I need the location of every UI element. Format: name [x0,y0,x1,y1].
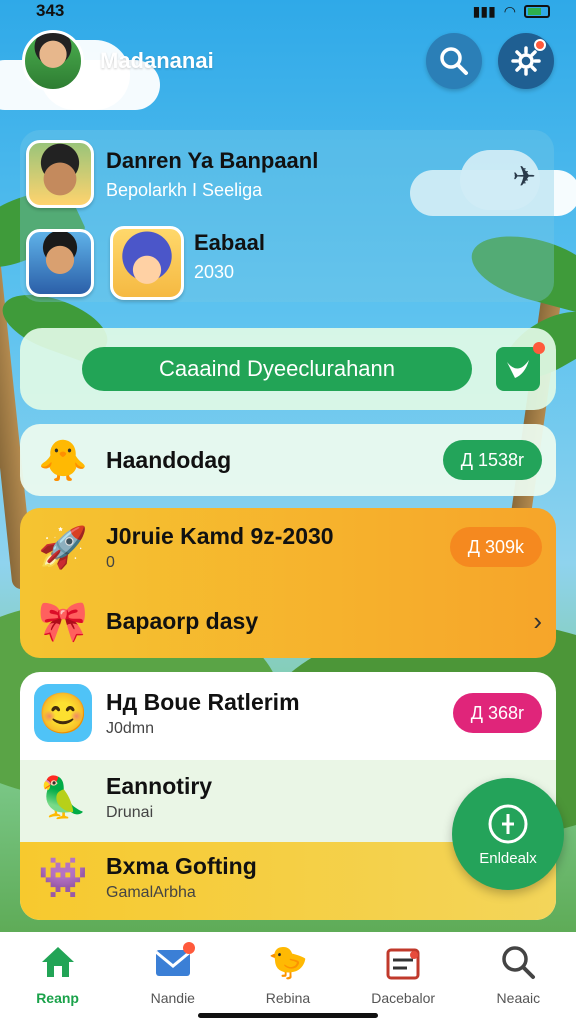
battery-icon [524,4,550,18]
mail-icon [151,940,195,984]
list-item[interactable]: 🚀 J0ruie Kamd 9z-2030 0 Д 309k [34,518,542,576]
list-item-title: Hд Boue Ratlerim [106,688,300,715]
list-item[interactable]: 😊 Hд Boue Ratlerim J0dmn Д 368r [34,684,542,742]
nav-label: Rebina [265,990,311,1006]
nav-item-calendar[interactable]: Dacebalor [355,940,451,1024]
page-title: Madananai [100,48,214,73]
list-item-title: J0ruie Kamd 9z-2030 [106,522,334,549]
list-group: 🚀 J0ruie Kamd 9z-2030 0 Д 309k 🎀 Bapaorp… [20,508,556,658]
message-button[interactable] [496,342,545,391]
floating-action-button[interactable]: Enldealx [452,778,564,890]
notification-dot [182,942,195,954]
badge-button[interactable]: Д 1538r [442,440,542,480]
home-indicator [198,1013,378,1018]
ribbon-icon: 🎀 [38,599,88,644]
featured-item[interactable]: Danren Ya Banpaanl Bepolarkh I​ Seeliga [26,140,318,208]
app-header: Madananai [22,28,554,94]
nav-label: Reanp [36,990,79,1006]
monster-icon: 👾 [38,855,88,900]
featured-title: Danren Ya Banpaanl [106,147,319,173]
nav-label: Dacebalor [371,990,436,1006]
list-item-subtitle: GamalАrbha [106,883,196,901]
featured-title: Eabaal [194,230,265,255]
featured-item[interactable]: Eabaal 2030 [26,226,265,300]
list-item-title: Bapaorp dasy [106,607,259,634]
bird-icon: 🦜 [38,775,88,820]
notification-dot [534,39,546,51]
list-item-title: Haandodag [106,446,232,473]
signal-icon: ▮▮▮ [472,2,496,19]
rocket-icon: 🚀 [38,525,88,570]
avatar[interactable] [22,30,84,92]
status-bar: 343 ▮▮▮ ◠ [0,0,576,22]
featured-thumbnail [26,229,94,297]
featured-thumbnail [110,226,184,300]
list-item[interactable]: 🎀 Bapaorp dasy › [34,592,542,650]
featured-card[interactable]: Danren Ya Banpaanl Bepolarkh I​ Seeliga … [20,130,554,302]
featured-subtitle: Bepolarkh I​ Seeliga [106,179,263,200]
search-icon [496,940,540,984]
nav-item-friends[interactable]: 🐤 Rebina [240,940,336,1024]
search-button[interactable] [426,33,482,89]
pin-icon[interactable]: ✈ [513,160,536,193]
add-icon [488,804,528,843]
badge-button[interactable]: Д 368r [452,693,542,733]
primary-action-button[interactable]: Caaaind Dyeeclurahann [82,347,472,391]
star-face-icon: 😊 [34,684,92,742]
nav-item-search[interactable]: Neaaic [470,940,566,1024]
action-card: Caaaind Dyeeclurahann [20,328,556,410]
status-time: 343 [36,1,65,20]
notification-dot [533,342,545,354]
list-item-subtitle: 0 [106,553,115,571]
gear-icon [511,46,541,76]
settings-button[interactable] [498,33,554,89]
badge-button[interactable]: Д 309k [449,527,542,567]
fab-label: Enldealx [479,849,537,867]
list-item-title: Bxma Gofting [106,852,257,879]
calendar-icon [381,940,425,984]
list-item-subtitle: Drunai [106,803,154,821]
nav-item-home[interactable]: Reanp [10,940,106,1024]
featured-subtitle: 2030 [194,262,235,282]
featured-thumbnail [26,140,94,208]
chevron-right-icon[interactable]: › [533,606,542,637]
nav-item-mail[interactable]: Nandie [125,940,221,1024]
nav-label: Nandie [150,990,195,1006]
list-item-title: Eannotiry [106,772,213,799]
smiley-icon: 🐥 [38,438,88,483]
bottom-nav: Reanp Nandie 🐤 Rebina Dacebalor Neaaic [0,932,576,1024]
home-icon [36,940,80,984]
wifi-icon: ◠ [503,2,516,19]
nav-label: Neaaic [496,990,541,1006]
character-icon: 🐤 [268,944,308,980]
list-item-subtitle: J0dmn [106,719,155,737]
list-item[interactable]: 🐥 Haandodag Д 1538r [20,424,556,496]
heart-message-icon [507,360,529,378]
search-icon [440,47,468,75]
